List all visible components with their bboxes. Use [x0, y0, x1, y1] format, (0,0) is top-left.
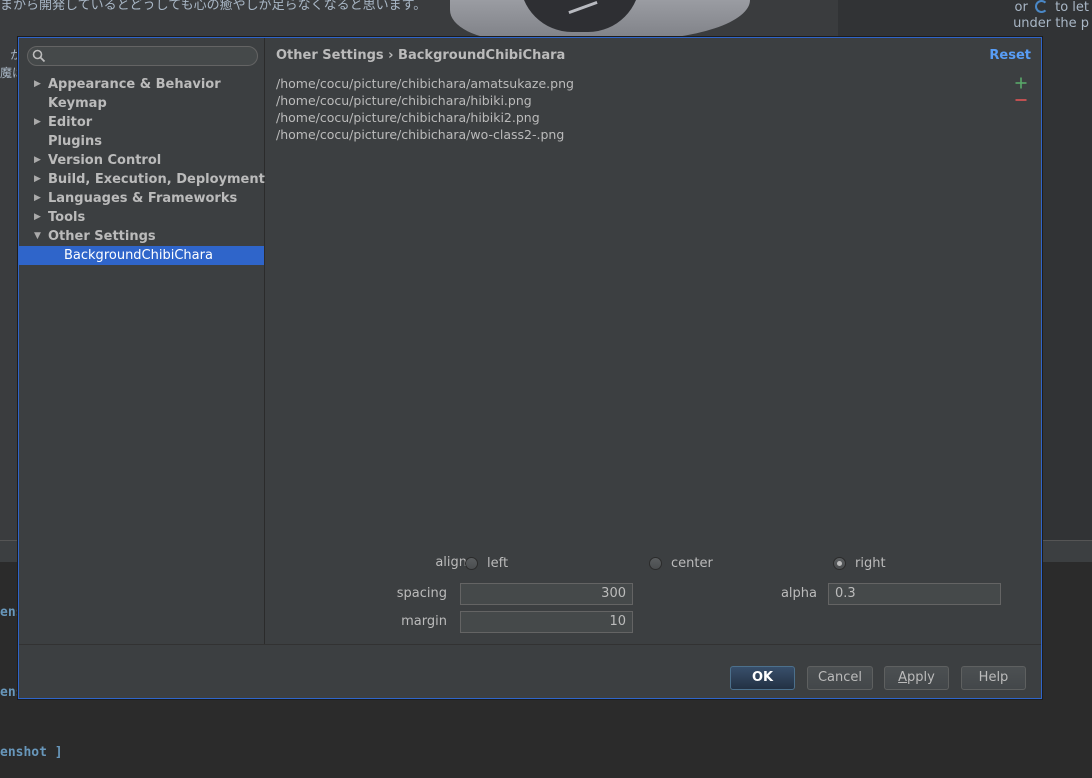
help-button[interactable]: Help [961, 666, 1026, 690]
tree-item-other-settings[interactable]: ▼ Other Settings [19, 227, 264, 246]
tree-item-languages-frameworks[interactable]: ▶ Languages & Frameworks [19, 189, 264, 208]
settings-sidebar: ▶ Appearance & Behavior Keymap ▶ Editor Plugi… [19, 38, 265, 644]
tree-item-build-execution-deployment[interactable]: ▶ Build, Execution, Deployment [19, 170, 265, 189]
tree-item-label: BackgroundChibiChara [64, 248, 213, 263]
search-icon [32, 49, 46, 63]
character-visor [520, 0, 640, 32]
settings-tree: ▶ Appearance & Behavior Keymap ▶ Editor Plugi… [19, 75, 265, 265]
remove-icon[interactable] [1015, 94, 1027, 106]
tree-item-appearance-behavior[interactable]: ▶ Appearance & Behavior [19, 75, 264, 94]
align-right-radio[interactable] [833, 557, 846, 570]
background-right-text-before: or [1014, 0, 1028, 15]
expand-arrow-icon[interactable]: ▶ [34, 170, 44, 189]
image-file-list[interactable]: /home/cocu/picture/chibichara/amatsukaze… [276, 75, 976, 143]
tree-item-tools[interactable]: ▶ Tools [19, 208, 264, 227]
expand-arrow-icon[interactable]: ▶ [34, 113, 44, 132]
tree-item-label: Languages & Frameworks [48, 191, 238, 206]
tree-item-backgroundchibichara[interactable]: BackgroundChibiChara [19, 246, 264, 265]
apply-mnemonic: A [898, 670, 908, 685]
list-item[interactable]: /home/cocu/picture/chibichara/hibiki2.pn… [276, 109, 976, 126]
align-label: align [435, 555, 467, 570]
tree-item-label: Version Control [48, 153, 162, 168]
list-item[interactable]: /home/cocu/picture/chibichara/hibiki.png [276, 92, 976, 109]
list-item[interactable]: /home/cocu/picture/chibichara/wo-class2-… [276, 126, 976, 143]
list-item[interactable]: /home/cocu/picture/chibichara/amatsukaze… [276, 75, 976, 92]
ok-button[interactable]: OK [730, 666, 795, 690]
expand-arrow-icon[interactable]: ▶ [34, 151, 44, 170]
expand-arrow-icon[interactable]: ▶ [34, 189, 44, 208]
tree-item-keymap[interactable]: Keymap [19, 94, 264, 113]
settings-search-input[interactable] [27, 46, 258, 66]
expand-arrow-icon[interactable]: ▶ [34, 75, 44, 94]
breadcrumb: Other Settings › BackgroundChibiChara [276, 48, 566, 63]
margin-field[interactable]: 10 [460, 611, 633, 633]
sync-icon [1034, 0, 1048, 13]
alpha-field[interactable]: 0.3 [828, 583, 1001, 605]
tree-item-plugins[interactable]: Plugins [19, 132, 264, 151]
background-code-line: enshot ] [0, 745, 63, 760]
background-right-text: or to let under the p [1013, 0, 1089, 32]
margin-label: margin [401, 614, 447, 629]
tree-item-label: Appearance & Behavior [48, 77, 221, 92]
align-center-radio[interactable] [649, 557, 662, 570]
spacing-field[interactable]: 300 [460, 583, 633, 605]
tree-item-label: Tools [48, 210, 86, 225]
spacing-label: spacing [396, 586, 447, 601]
tree-item-label: Build, Execution, Deployment [48, 172, 265, 187]
collapse-arrow-icon[interactable]: ▼ [34, 227, 44, 246]
cancel-button[interactable]: Cancel [807, 666, 873, 690]
align-center-label: center [671, 556, 713, 571]
background-right-text-line2: under the p [1013, 16, 1089, 31]
alpha-label: alpha [780, 586, 817, 601]
tree-item-label: Editor [48, 115, 93, 130]
background-article-text: まから開発しているとどうしても心の癒やしが足らなくなると思います。 [0, 0, 427, 13]
reset-link[interactable]: Reset [989, 48, 1031, 63]
tree-item-label: Other Settings [48, 229, 156, 244]
settings-dialog: ▶ Appearance & Behavior Keymap ▶ Editor Plugi… [18, 37, 1042, 699]
tree-item-label: Plugins [48, 134, 102, 149]
apply-button[interactable]: Apply [884, 666, 949, 690]
tree-item-label: Keymap [48, 96, 107, 111]
align-left-radio[interactable] [465, 557, 478, 570]
add-icon[interactable] [1015, 77, 1027, 89]
align-right-label: right [855, 556, 886, 571]
tree-item-version-control[interactable]: ▶ Version Control [19, 151, 264, 170]
tree-item-editor[interactable]: ▶ Editor [19, 113, 264, 132]
align-left-label: left [487, 556, 509, 571]
background-right-text-after: to let [1055, 0, 1089, 15]
apply-label-rest: pply [907, 670, 935, 685]
background-character-image [450, 0, 750, 40]
dialog-footer: OK Cancel Apply Help [19, 644, 1041, 698]
settings-content: Other Settings › BackgroundChibiChara Re… [265, 38, 1041, 644]
expand-arrow-icon[interactable]: ▶ [34, 208, 44, 227]
